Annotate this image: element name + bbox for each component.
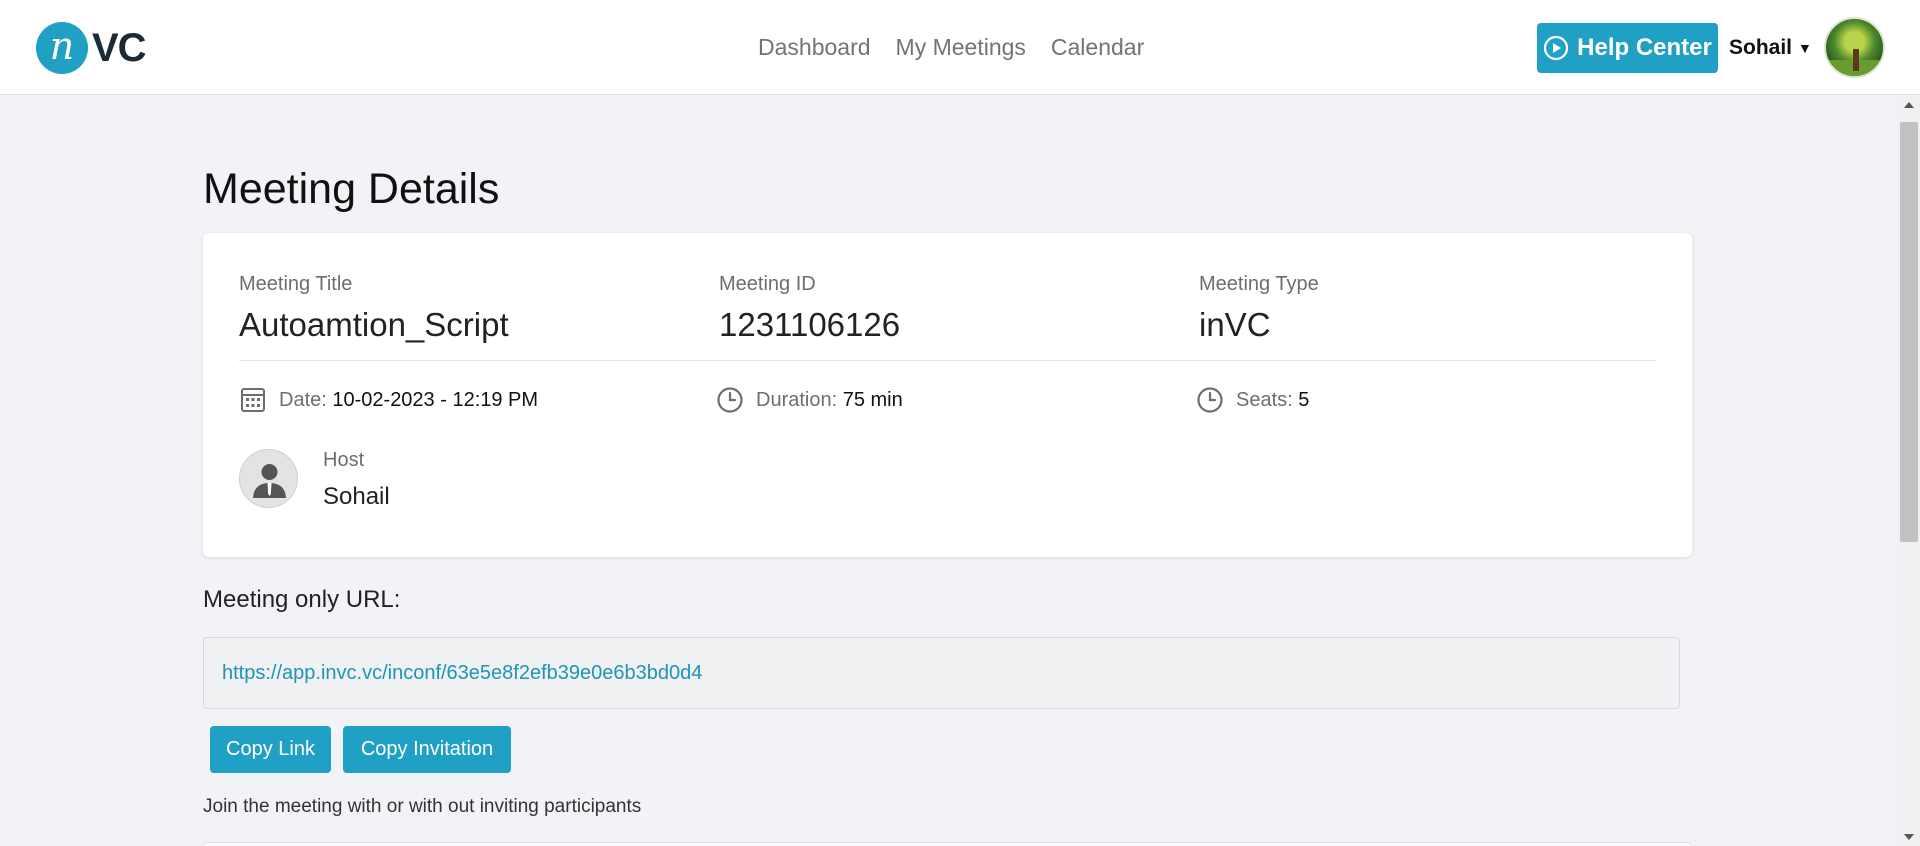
page-title: Meeting Details bbox=[203, 165, 500, 213]
duration-value: 75 min bbox=[842, 388, 903, 411]
meeting-date-info: Date: 10-02-2023 - 12:19 PM bbox=[239, 386, 538, 414]
profile-avatar[interactable] bbox=[1824, 17, 1885, 78]
copy-link-button[interactable]: Copy Link bbox=[210, 726, 331, 773]
nav-my-meetings[interactable]: My Meetings bbox=[896, 34, 1026, 61]
scroll-up-arrow-icon[interactable] bbox=[1904, 102, 1914, 108]
page-scrollbar[interactable] bbox=[1898, 96, 1920, 846]
meeting-details-card: Meeting Title Autoamtion_Script Meeting … bbox=[203, 233, 1692, 557]
seats-label: Seats: bbox=[1236, 388, 1293, 411]
meeting-url-label: Meeting only URL: bbox=[203, 586, 401, 613]
avatar-tree-trunk bbox=[1853, 49, 1859, 71]
meeting-type-label: Meeting Type bbox=[1199, 273, 1319, 295]
logo-mark-letter: n bbox=[49, 24, 75, 68]
meeting-title-value: Autoamtion_Script bbox=[239, 306, 509, 343]
seats-value: 5 bbox=[1298, 388, 1310, 411]
user-menu-dropdown[interactable]: Sohail ▼ bbox=[1729, 36, 1812, 60]
meeting-duration-info: Duration: 75 min bbox=[716, 386, 903, 414]
meeting-id-field: Meeting ID 1231106126 bbox=[719, 273, 900, 344]
card-divider bbox=[239, 360, 1656, 361]
join-hint-text: Join the meeting with or with out inviti… bbox=[203, 796, 642, 817]
host-avatar bbox=[239, 449, 298, 508]
scrollbar-thumb[interactable] bbox=[1900, 122, 1918, 542]
meeting-url-link[interactable]: https://app.invc.vc/inconf/63e5e8f2efb39… bbox=[222, 662, 702, 685]
logo-text: VC bbox=[92, 25, 147, 70]
caret-down-icon: ▼ bbox=[1798, 40, 1812, 56]
meeting-title-label: Meeting Title bbox=[239, 273, 353, 295]
top-navbar: n VC Dashboard My Meetings Calendar Help… bbox=[0, 0, 1920, 95]
date-value: 10-02-2023 - 12:19 PM bbox=[332, 388, 539, 411]
host-label: Host bbox=[323, 449, 365, 471]
next-section-card bbox=[203, 842, 1692, 846]
meeting-seats-info: Seats: 5 bbox=[1196, 386, 1309, 414]
calendar-icon bbox=[241, 388, 265, 412]
invc-logo[interactable]: n VC bbox=[36, 20, 147, 76]
scroll-down-arrow-icon[interactable] bbox=[1904, 834, 1914, 840]
date-label: Date: bbox=[279, 388, 327, 411]
main-nav: Dashboard My Meetings Calendar bbox=[758, 34, 1144, 61]
meeting-url-box: https://app.invc.vc/inconf/63e5e8f2efb39… bbox=[203, 637, 1680, 709]
meeting-id-label: Meeting ID bbox=[719, 273, 816, 295]
meeting-type-value: inVC bbox=[1199, 306, 1271, 343]
copy-invitation-button[interactable]: Copy Invitation bbox=[343, 726, 511, 773]
user-avatar-icon bbox=[253, 464, 286, 498]
host-name: Sohail bbox=[323, 483, 390, 510]
nav-calendar[interactable]: Calendar bbox=[1051, 34, 1144, 61]
clock-icon bbox=[1197, 387, 1223, 413]
logo-mark: n bbox=[36, 22, 88, 74]
nav-dashboard[interactable]: Dashboard bbox=[758, 34, 871, 61]
clock-icon bbox=[717, 387, 743, 413]
help-center-label: Help Center bbox=[1577, 34, 1712, 61]
help-center-button[interactable]: Help Center bbox=[1537, 23, 1718, 73]
meeting-title-field: Meeting Title Autoamtion_Script bbox=[239, 273, 509, 344]
user-name: Sohail bbox=[1729, 36, 1793, 59]
duration-label: Duration: bbox=[756, 388, 838, 411]
meeting-id-value: 1231106126 bbox=[719, 306, 901, 343]
meeting-type-field: Meeting Type inVC bbox=[1199, 273, 1319, 344]
play-circle-icon bbox=[1544, 35, 1569, 61]
